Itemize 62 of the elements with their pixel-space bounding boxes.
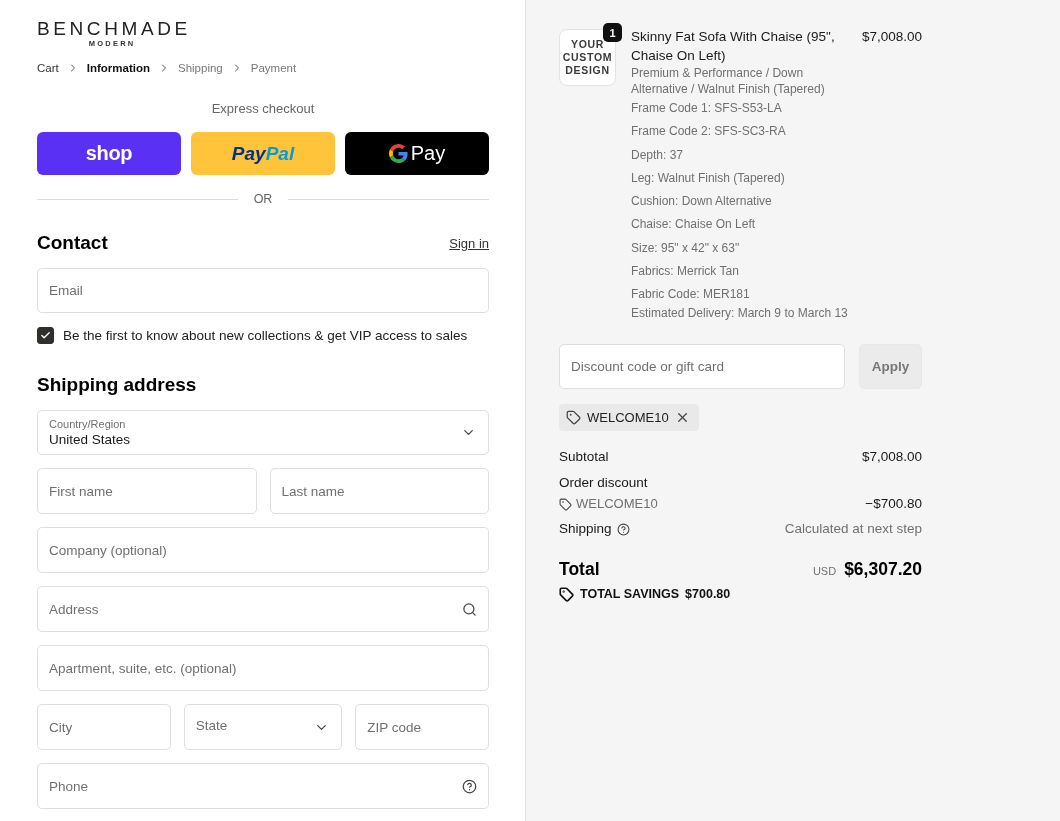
shop-pay-button[interactable]: shop xyxy=(37,132,181,175)
product-title: Skinny Fat Sofa With Chaise (95", Chaise On Left) xyxy=(631,28,836,65)
google-g-icon xyxy=(388,144,408,163)
summary-label: Subtotal xyxy=(559,448,609,467)
paypal-button[interactable]: PayPal xyxy=(191,132,335,175)
product-property: Depth: 37 xyxy=(631,146,685,163)
savings-label: TOTAL SAVINGS xyxy=(580,587,680,602)
sign-in-link[interactable]: Sign in xyxy=(449,235,489,251)
discount-code: WELCOME10 xyxy=(576,496,658,513)
dropdown-select[interactable]: Country/Region United States xyxy=(37,410,489,455)
input-field[interactable]: Phone xyxy=(37,763,489,809)
section-heading: Shipping address xyxy=(37,373,197,397)
input-field[interactable]: First name xyxy=(37,468,257,514)
section-heading: Contact xyxy=(37,231,108,255)
search-icon xyxy=(462,601,477,617)
summary-value: −$700.80 xyxy=(865,496,922,513)
email-field[interactable]: Email xyxy=(37,268,489,313)
savings-amount: $700.80 xyxy=(685,587,731,602)
tag-icon xyxy=(559,497,572,511)
input-field[interactable]: Apartment, suite, etc. (optional) xyxy=(37,645,489,691)
discount-code: WELCOME10 xyxy=(587,410,669,426)
product-property: Size: 95" x 42" x 63" xyxy=(631,239,741,256)
summary-label: Order discount xyxy=(559,474,649,493)
product-price: $7,008.00 xyxy=(861,28,922,46)
product-property: Fabrics: Merrick Tan xyxy=(631,263,740,280)
product-property: Fabric Code: MER181 xyxy=(631,286,751,303)
summary-value: Calculated at next step xyxy=(784,520,922,539)
total-label: Total xyxy=(559,558,600,580)
express-checkout-title: Express checkout xyxy=(211,101,315,117)
check-icon xyxy=(40,329,51,341)
product-property: Chaise: Chaise On Left xyxy=(631,216,757,233)
tag-icon xyxy=(559,586,574,602)
product-property: Frame Code 1: SFS-S53-LA xyxy=(631,100,783,116)
input-field[interactable]: Last name xyxy=(269,468,489,514)
brand-logo-text: BENCHMADE xyxy=(37,19,191,38)
tag-icon xyxy=(566,410,581,426)
quantity-badge: 1 xyxy=(603,23,622,42)
google-pay-button[interactable]: Pay xyxy=(345,132,489,175)
help-icon[interactable] xyxy=(462,778,477,794)
discount-code-field[interactable]: Discount code or gift card xyxy=(559,344,845,390)
summary-label: Shipping xyxy=(559,520,612,539)
delivery-estimate: Estimated Delivery: March 9 to March 13 xyxy=(631,305,849,322)
product-property: Leg: Walnut Finish (Tapered) xyxy=(631,169,786,186)
or-divider-text: OR xyxy=(253,191,273,207)
input-field[interactable]: Company (optional) xyxy=(37,527,489,573)
breadcrumb-item[interactable]: Cart xyxy=(37,60,59,76)
product-variant: Premium & Performance / Down Alternative / Walnut Finish (Tapered) xyxy=(631,65,826,97)
input-field[interactable]: ZIP code xyxy=(355,704,489,750)
product-property: Frame Code 2: SFS-SC3-RA xyxy=(631,123,787,140)
dropdown-select[interactable]: State xyxy=(183,704,343,750)
summary-value: $7,008.00 xyxy=(861,448,922,467)
breadcrumb-item[interactable]: Payment xyxy=(250,60,297,76)
search-field[interactable]: Address xyxy=(37,586,489,632)
product-property: Cushion: Down Alternative xyxy=(631,193,773,210)
checkbox[interactable] xyxy=(37,326,54,344)
total-amount: $6,307.20 xyxy=(844,558,922,580)
help-icon[interactable] xyxy=(616,522,630,536)
currency-code: USD xyxy=(812,564,837,577)
checkbox-label: Be the first to know about new collections & get VIP access to sales xyxy=(63,327,468,343)
input-field[interactable]: City xyxy=(37,704,171,750)
breadcrumb-item[interactable]: Information xyxy=(86,60,150,76)
breadcrumb-item[interactable]: Shipping xyxy=(178,60,223,76)
